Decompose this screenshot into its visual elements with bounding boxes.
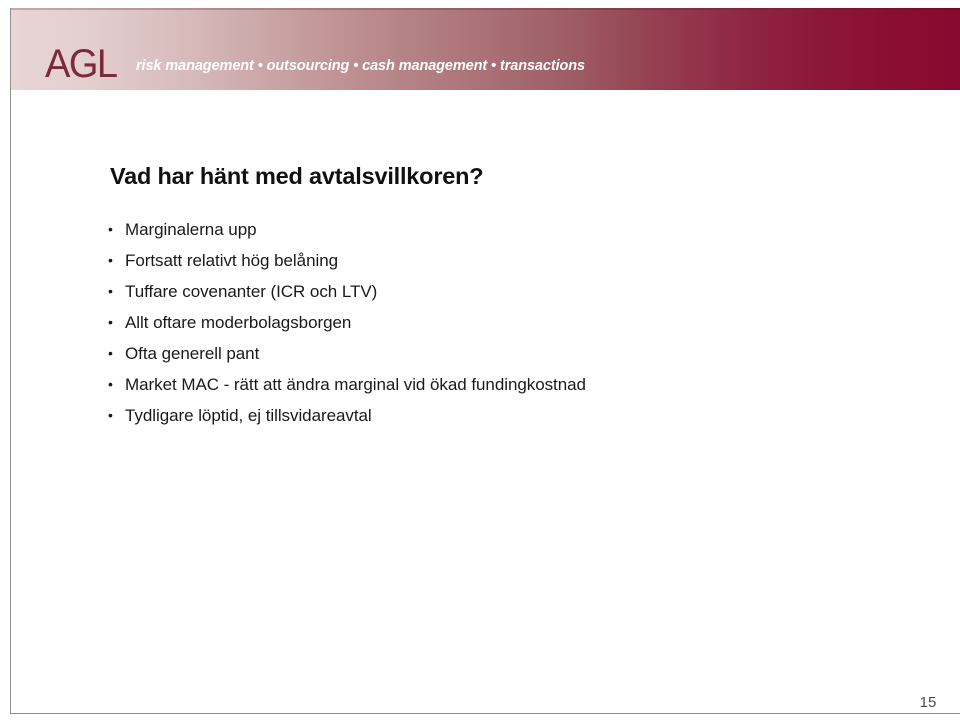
bullet-text: Tuffare covenanter (ICR och LTV) <box>125 282 378 301</box>
header-tagline: risk management • outsourcing • cash man… <box>136 58 585 74</box>
slide-canvas: AGL risk management • outsourcing • cash… <box>0 0 960 720</box>
bullet-item: • Tuffare covenanter (ICR och LTV) <box>105 276 905 307</box>
bullet-text: Market MAC - rätt att ändra marginal vid… <box>125 375 586 394</box>
bullet-dot-icon: • <box>108 221 113 237</box>
slide-border-bottom <box>10 713 960 714</box>
page-number: 15 <box>919 694 937 711</box>
slide-border-left <box>10 8 11 714</box>
bullet-item: • Market MAC - rätt att ändra marginal vi… <box>105 369 905 400</box>
bullet-item: • Fortsatt relativt hög belåning <box>105 245 905 276</box>
bullet-item: • Ofta generell pant <box>105 338 905 369</box>
bullet-item: • Allt oftare moderbolagsborgen <box>105 307 905 338</box>
bullet-item: • Marginalerna upp <box>105 214 905 245</box>
bullet-dot-icon: • <box>108 407 113 423</box>
bullet-dot-icon: • <box>108 252 113 268</box>
bullet-text: Allt oftare moderbolagsborgen <box>125 313 352 332</box>
header-top-edge-line <box>11 8 960 10</box>
bullet-item: • Tydligare löptid, ej tillsvidareavtal <box>105 400 905 431</box>
bullet-text: Ofta generell pant <box>125 344 260 363</box>
bullet-text: Marginalerna upp <box>125 220 257 239</box>
bullet-text: Fortsatt relativt hög belåning <box>125 251 339 270</box>
bullet-dot-icon: • <box>108 283 113 299</box>
agl-logo: AGL <box>45 41 118 87</box>
slide-title: Vad har hänt med avtalsvillkoren? <box>110 163 484 189</box>
bullet-list: • Marginalerna upp • Fortsatt relativt hög … <box>105 214 905 431</box>
bullet-dot-icon: • <box>108 345 113 361</box>
bullet-text: Tydligare löptid, ej tillsvidareavtal <box>125 406 372 425</box>
header-banner <box>11 8 960 90</box>
bullet-dot-icon: • <box>108 376 113 392</box>
bullet-dot-icon: • <box>108 314 113 330</box>
